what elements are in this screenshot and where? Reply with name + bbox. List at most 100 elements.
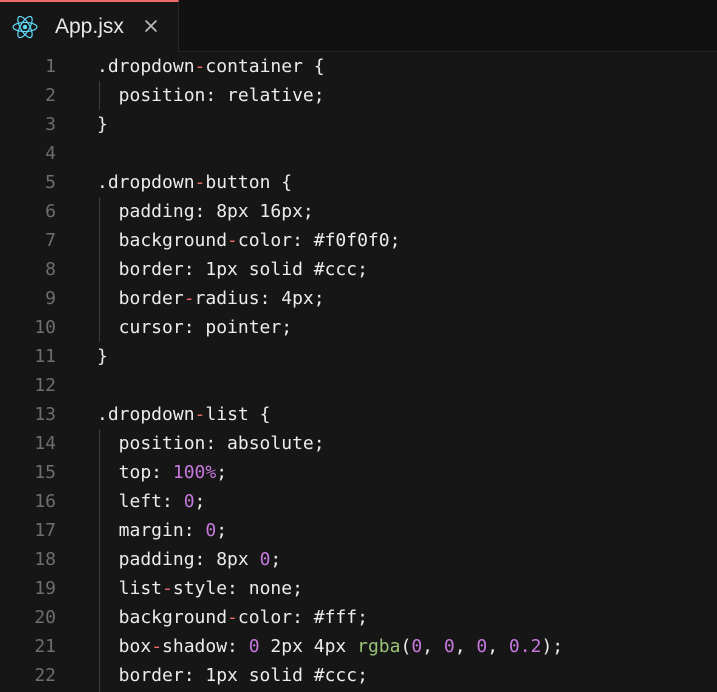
code-text: border: 1px solid #ccc; <box>97 255 368 284</box>
tab-app-jsx[interactable]: App.jsx <box>0 0 179 52</box>
code-token: ; <box>216 520 228 541</box>
code-line[interactable]: 21 box-shadow: 0 2px 4px rgba(0, 0, 0, 0… <box>0 632 717 661</box>
code-token: , <box>454 636 477 657</box>
code-token: - <box>227 607 238 628</box>
react-icon <box>12 15 38 39</box>
code-token: .dropdown <box>97 172 195 193</box>
code-line[interactable]: 9 border-radius: 4px; <box>0 284 717 313</box>
line-number: 13 <box>34 404 56 425</box>
code-line[interactable]: 14 position: absolute; <box>0 429 717 458</box>
code-token: border: 1px solid #ccc; <box>97 259 368 280</box>
line-number: 6 <box>45 201 56 222</box>
code-token: 2px 4px <box>259 636 358 657</box>
code-line[interactable]: 19 list-style: none; <box>0 574 717 603</box>
code-line[interactable]: 17 margin: 0; <box>0 516 717 545</box>
line-number: 18 <box>34 549 56 570</box>
code-token: background <box>97 230 228 251</box>
line-number: 2 <box>45 85 56 106</box>
code-area[interactable]: 1 .dropdown-container {2 position: relati… <box>0 52 717 692</box>
code-token: } <box>97 346 108 367</box>
line-number: 17 <box>34 520 56 541</box>
code-line[interactable]: 5 .dropdown-button { <box>0 168 717 197</box>
code-line[interactable]: 6 padding: 8px 16px; <box>0 197 717 226</box>
code-token: 0 <box>259 549 271 570</box>
line-number: 11 <box>34 346 56 367</box>
code-token: 0 <box>183 491 195 512</box>
code-line[interactable]: 16 left: 0; <box>0 487 717 516</box>
code-text: } <box>97 342 108 371</box>
line-number: 20 <box>34 607 56 628</box>
code-line[interactable]: 4 <box>0 139 717 168</box>
code-line[interactable]: 12 <box>0 371 717 400</box>
code-token: - <box>194 172 206 193</box>
tab-label: App.jsx <box>55 15 124 38</box>
line-number: 5 <box>45 172 56 193</box>
code-token: padding: 8px 16px; <box>97 201 314 222</box>
code-token: - <box>194 404 206 425</box>
code-token: - <box>194 56 206 77</box>
code-token: 0.2 <box>508 636 542 657</box>
code-token: color: #fff; <box>237 607 368 628</box>
code-token: border <box>97 288 184 309</box>
close-icon[interactable] <box>143 18 159 34</box>
code-text: padding: 8px 0; <box>97 545 282 574</box>
code-token: position: relative; <box>97 85 325 106</box>
code-token: ; <box>216 462 228 483</box>
code-line[interactable]: 22 border: 1px solid #ccc; <box>0 661 717 690</box>
code-text: .dropdown-container { <box>97 52 325 81</box>
code-line[interactable]: 13 .dropdown-list { <box>0 400 717 429</box>
code-token: ( <box>400 636 412 657</box>
code-line[interactable]: 7 background-color: #f0f0f0; <box>0 226 717 255</box>
code-line[interactable]: 20 background-color: #fff; <box>0 603 717 632</box>
code-line[interactable]: 10 cursor: pointer; <box>0 313 717 342</box>
code-token: left: <box>97 491 184 512</box>
line-number: 14 <box>34 433 56 454</box>
line-number: 12 <box>34 375 56 396</box>
code-token: container { <box>205 56 325 77</box>
code-text: .dropdown-button { <box>97 168 292 197</box>
code-token: 0 <box>205 520 217 541</box>
code-text: cursor: pointer; <box>97 313 292 342</box>
code-line[interactable]: 2 position: relative; <box>0 81 717 110</box>
code-text: box-shadow: 0 2px 4px rgba(0, 0, 0, 0.2)… <box>97 632 563 661</box>
code-token: color: #f0f0f0; <box>237 230 401 251</box>
code-token: , <box>422 636 444 657</box>
code-token: 0 <box>443 636 455 657</box>
code-token: - <box>183 288 195 309</box>
code-line[interactable]: 11} <box>0 342 717 371</box>
code-line[interactable]: 18 padding: 8px 0; <box>0 545 717 574</box>
code-token: 0 <box>411 636 423 657</box>
code-token: , <box>487 636 509 657</box>
code-token: margin: <box>97 520 206 541</box>
code-token: .dropdown <box>97 404 195 425</box>
code-token: rgba <box>357 636 401 657</box>
code-line[interactable]: 1 .dropdown-container { <box>0 52 717 81</box>
line-number: 22 <box>34 665 56 686</box>
code-token: background <box>97 607 228 628</box>
line-number: 16 <box>34 491 56 512</box>
code-token: } <box>97 114 108 135</box>
code-editor: App.jsx 1 .dropdown-container {2 position… <box>0 0 717 692</box>
line-number: 4 <box>45 143 56 164</box>
line-number: 15 <box>34 462 56 483</box>
tab-bar: App.jsx <box>0 0 717 52</box>
line-number: 7 <box>45 230 56 251</box>
code-token: box <box>97 636 152 657</box>
code-token: 0 <box>476 636 488 657</box>
code-text: position: absolute; <box>97 429 325 458</box>
code-token: - <box>151 636 163 657</box>
code-line[interactable]: 15 top: 100%; <box>0 458 717 487</box>
line-number: 19 <box>34 578 56 599</box>
code-line[interactable]: 8 border: 1px solid #ccc; <box>0 255 717 284</box>
code-token: list <box>97 578 163 599</box>
code-text: border-radius: 4px; <box>97 284 325 313</box>
code-token: shadow: <box>162 636 249 657</box>
code-text: position: relative; <box>97 81 325 110</box>
code-text: background-color: #f0f0f0; <box>97 226 401 255</box>
line-number: 3 <box>45 114 56 135</box>
code-token: padding: 8px <box>97 549 260 570</box>
code-token: border: 1px solid #ccc; <box>97 665 368 686</box>
code-token: button { <box>205 172 293 193</box>
code-line[interactable]: 3} <box>0 110 717 139</box>
code-token: cursor: pointer; <box>97 317 293 338</box>
